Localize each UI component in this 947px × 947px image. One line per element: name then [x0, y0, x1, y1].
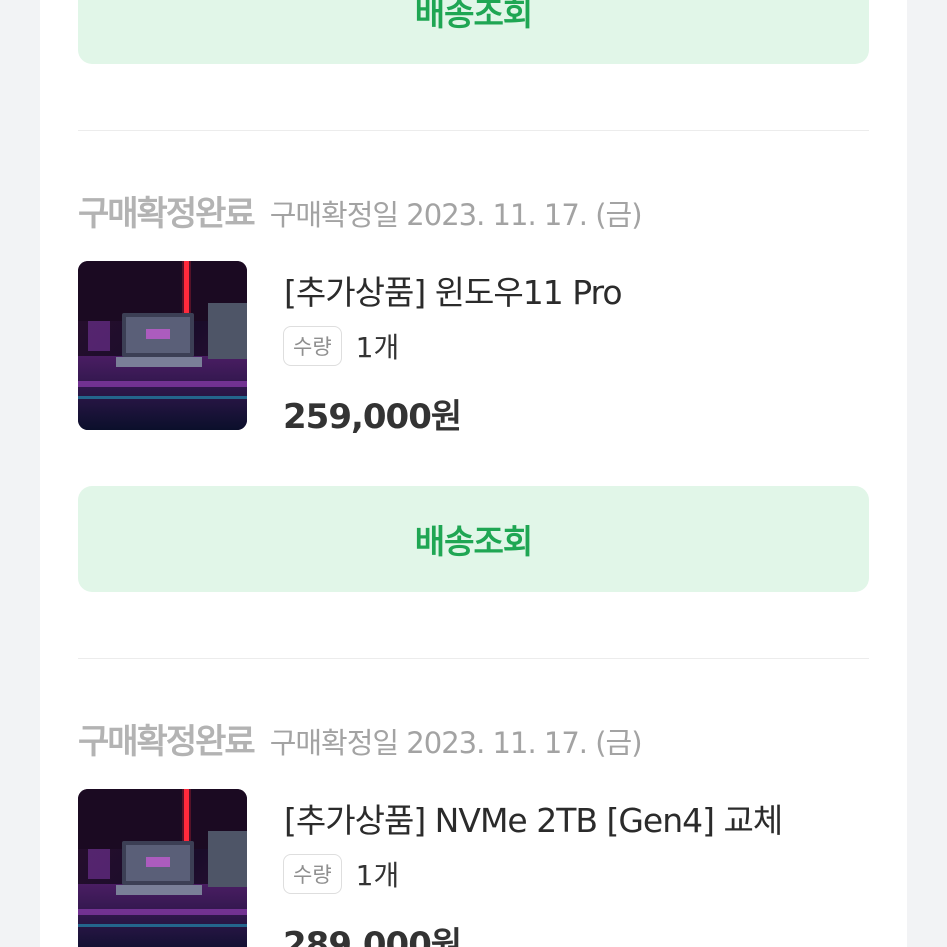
- confirm-date: 구매확정일 2023. 11. 17. (금): [269, 198, 643, 232]
- order-status-row: 구매확정완료 구매확정일 2023. 11. 17. (금): [78, 186, 643, 234]
- product-name[interactable]: [추가상품] 윈도우11 Pro: [284, 266, 623, 314]
- quantity-row: 수량 1개: [283, 326, 399, 366]
- order-divider: [78, 658, 869, 659]
- track-delivery-button[interactable]: 배송조회: [78, 0, 869, 64]
- product-thumbnail[interactable]: [78, 789, 247, 947]
- order-status: 구매확정완료: [78, 194, 256, 234]
- track-delivery-button[interactable]: 배송조회: [78, 486, 869, 592]
- quantity-value: 1개: [355, 331, 400, 364]
- quantity-row: 수량 1개: [283, 854, 399, 894]
- order-list-panel: 배송조회 구매확정완료 구매확정일 2023. 11. 17. (금) [추가상…: [40, 0, 907, 947]
- product-price: 289,000원: [283, 925, 462, 947]
- product-price: 259,000원: [283, 397, 462, 437]
- order-status-row: 구매확정완료 구매확정일 2023. 11. 17. (금): [78, 714, 643, 762]
- product-name[interactable]: [추가상품] NVMe 2TB [Gen4] 교체: [284, 794, 783, 842]
- quantity-badge: 수량: [283, 854, 342, 894]
- product-thumbnail[interactable]: [78, 261, 247, 430]
- order-status: 구매확정완료: [78, 722, 256, 762]
- product-image-laptop: [78, 789, 247, 947]
- confirm-date: 구매확정일 2023. 11. 17. (금): [269, 726, 643, 760]
- quantity-badge: 수량: [283, 326, 342, 366]
- product-image-laptop: [78, 261, 247, 430]
- quantity-value: 1개: [355, 859, 400, 892]
- order-divider: [78, 130, 869, 131]
